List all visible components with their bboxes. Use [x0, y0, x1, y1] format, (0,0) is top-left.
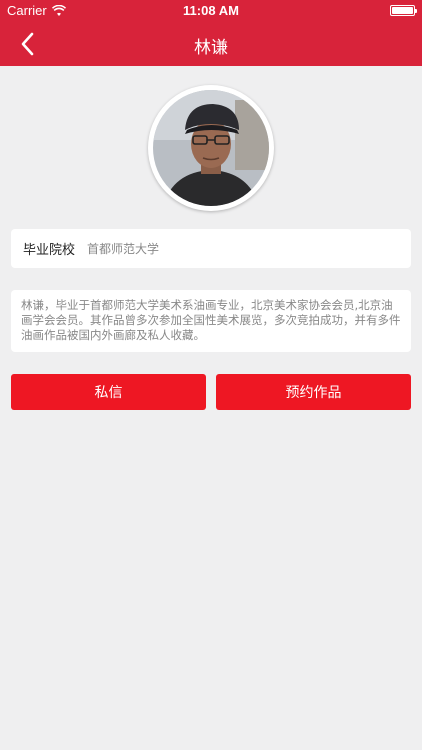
- status-bar: Carrier 11:08 AM: [0, 0, 422, 22]
- avatar: [148, 85, 274, 211]
- status-time: 11:08 AM: [183, 3, 239, 18]
- header: Carrier 11:08 AM 林谦: [0, 0, 422, 66]
- school-card: 毕业院校 首都师范大学: [11, 229, 411, 268]
- bio-card: 林谦，毕业于首都师范大学美术系油画专业，北京美术家协会会员,北京油画学会会员。其…: [11, 290, 411, 352]
- page-title: 林谦: [194, 38, 228, 58]
- nav-bar: 林谦: [0, 22, 422, 66]
- bio-text: 林谦，毕业于首都师范大学美术系油画专业，北京美术家协会会员,北京油画学会会员。其…: [21, 298, 401, 342]
- battery-icon: [390, 5, 417, 16]
- book-artwork-button[interactable]: 预约作品: [216, 374, 411, 410]
- school-value: 首都师范大学: [87, 242, 160, 256]
- avatar-photo: [153, 90, 269, 206]
- message-button[interactable]: 私信: [11, 374, 206, 410]
- school-label: 毕业院校: [23, 243, 76, 258]
